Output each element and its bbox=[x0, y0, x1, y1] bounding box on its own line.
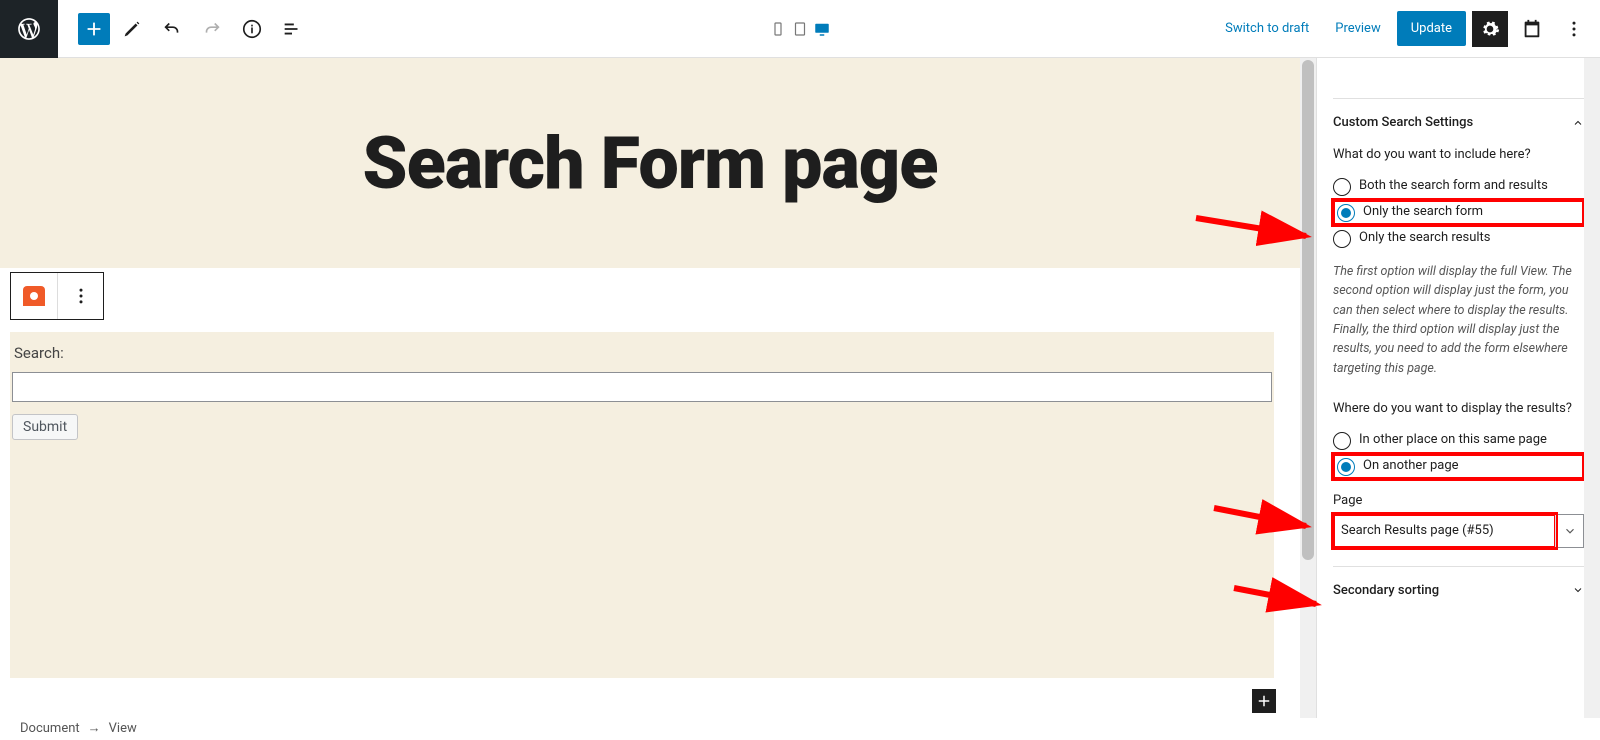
panel-header-secondary-sorting[interactable]: Secondary sorting bbox=[1333, 567, 1584, 614]
radio-label: Only the search form bbox=[1363, 203, 1483, 221]
search-form-block[interactable]: Search: Submit bbox=[10, 332, 1274, 678]
include-question: What do you want to include here? bbox=[1333, 146, 1584, 165]
radio-both[interactable]: Both the search form and results bbox=[1333, 173, 1584, 200]
radio-label: On another page bbox=[1363, 457, 1459, 475]
redo-button[interactable] bbox=[194, 11, 230, 47]
radio-icon bbox=[1337, 204, 1355, 222]
chevron-up-icon bbox=[1572, 117, 1584, 129]
page-header: Search Form page bbox=[0, 58, 1300, 268]
update-button[interactable]: Update bbox=[1397, 11, 1466, 46]
radio-icon bbox=[1333, 178, 1351, 196]
include-help-text: The first option will display the full V… bbox=[1333, 262, 1584, 378]
undo-button[interactable] bbox=[154, 11, 190, 47]
toolbar-left bbox=[58, 0, 310, 57]
block-more-button[interactable] bbox=[57, 273, 103, 319]
page-title[interactable]: Search Form page bbox=[363, 121, 938, 206]
search-field-label: Search: bbox=[12, 340, 1272, 366]
settings-sidebar: Custom Search Settings What do you want … bbox=[1316, 58, 1600, 718]
breadcrumb-document[interactable]: Document bbox=[20, 721, 80, 736]
settings-button[interactable] bbox=[1472, 11, 1508, 47]
preview-button[interactable]: Preview bbox=[1325, 13, 1390, 44]
secondary-sorting-panel: Secondary sorting bbox=[1333, 566, 1584, 614]
breadcrumb-separator: → bbox=[88, 720, 101, 736]
workspace: Search Form page Search: Submit bbox=[0, 58, 1600, 718]
panel-header-custom-search[interactable]: Custom Search Settings bbox=[1333, 99, 1584, 146]
panel-title: Custom Search Settings bbox=[1333, 115, 1473, 130]
radio-only-form[interactable]: Only the search form bbox=[1333, 200, 1584, 225]
display-question: Where do you want to display the results… bbox=[1333, 400, 1584, 419]
custom-search-settings-panel: Custom Search Settings What do you want … bbox=[1333, 98, 1584, 566]
panel-title: Secondary sorting bbox=[1333, 583, 1439, 598]
radio-icon bbox=[1333, 230, 1351, 248]
radio-icon bbox=[1333, 432, 1351, 450]
editor-canvas[interactable]: Search Form page Search: Submit bbox=[0, 58, 1300, 718]
view-block-icon[interactable] bbox=[11, 273, 57, 319]
wordpress-logo[interactable] bbox=[0, 0, 58, 58]
edit-mode-button[interactable] bbox=[114, 11, 150, 47]
page-select-value: Search Results page (#55) bbox=[1333, 514, 1556, 548]
info-button[interactable] bbox=[234, 11, 270, 47]
submit-button[interactable]: Submit bbox=[12, 414, 78, 440]
block-toolbar bbox=[10, 272, 104, 320]
more-options-button[interactable] bbox=[1556, 11, 1592, 47]
outline-button[interactable] bbox=[274, 11, 310, 47]
radio-another-page[interactable]: On another page bbox=[1333, 454, 1584, 479]
search-input[interactable] bbox=[12, 372, 1272, 402]
editor-toolbar: Switch to draft Preview Update bbox=[0, 0, 1600, 58]
radio-label: Only the search results bbox=[1359, 229, 1491, 247]
chevron-down-icon bbox=[1572, 584, 1584, 596]
canvas-scrollbar[interactable] bbox=[1300, 58, 1316, 718]
tablet-preview-icon[interactable] bbox=[789, 16, 811, 42]
block-inserter-button[interactable] bbox=[1252, 689, 1276, 713]
desktop-preview-icon[interactable] bbox=[811, 16, 833, 42]
editor-canvas-wrap: Search Form page Search: Submit bbox=[0, 58, 1316, 718]
radio-label: Both the search form and results bbox=[1359, 177, 1548, 195]
radio-same-page[interactable]: In other place on this same page bbox=[1333, 427, 1584, 454]
toolbar-right: Switch to draft Preview Update bbox=[1215, 0, 1600, 57]
breadcrumb: Document → View bbox=[20, 720, 137, 736]
radio-label: In other place on this same page bbox=[1359, 431, 1547, 449]
plugin-sidebar-button[interactable] bbox=[1514, 11, 1550, 47]
mobile-preview-icon[interactable] bbox=[767, 16, 789, 42]
page-select[interactable]: Search Results page (#55) bbox=[1333, 514, 1584, 548]
radio-icon bbox=[1337, 458, 1355, 476]
add-block-button[interactable] bbox=[78, 13, 110, 45]
page-field-label: Page bbox=[1333, 493, 1584, 508]
switch-to-draft-button[interactable]: Switch to draft bbox=[1215, 13, 1319, 44]
chevron-down-icon bbox=[1555, 515, 1583, 547]
sidebar-scrollbar[interactable] bbox=[1584, 58, 1600, 718]
radio-only-results[interactable]: Only the search results bbox=[1333, 225, 1584, 252]
breadcrumb-view[interactable]: View bbox=[109, 721, 137, 736]
device-preview-switcher bbox=[767, 0, 833, 57]
